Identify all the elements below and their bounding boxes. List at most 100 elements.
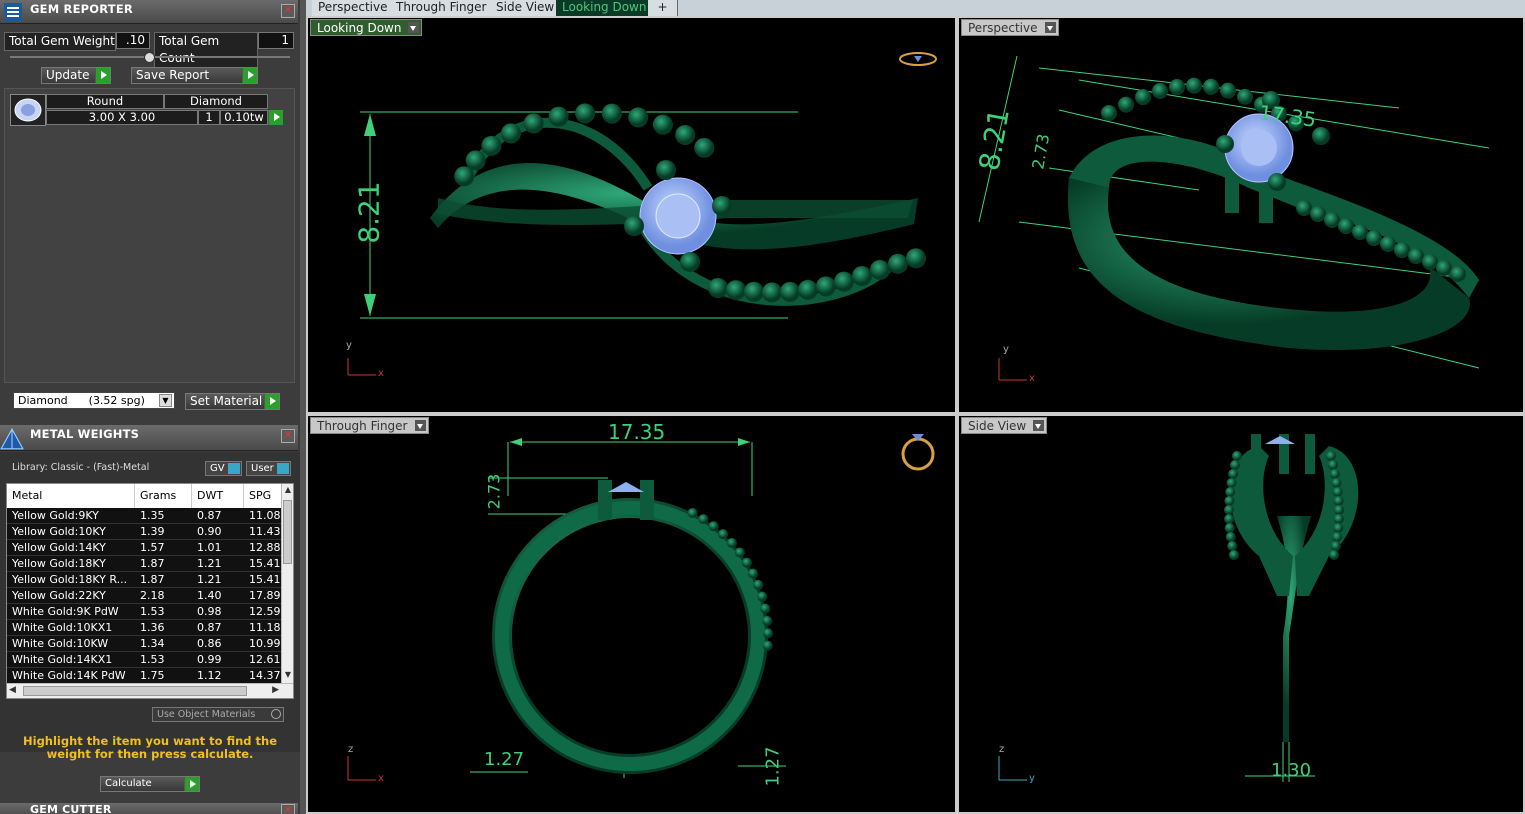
col-header-metal[interactable]: Metal — [7, 484, 135, 508]
scroll-thumb[interactable] — [283, 500, 292, 564]
update-button[interactable]: Update — [41, 67, 111, 84]
table-row[interactable]: Yellow Gold:22KY 2.18 1.40 17.89 — [7, 588, 283, 604]
gv-toggle[interactable]: GV — [205, 461, 242, 476]
viewport-side-view[interactable]: Side View 1.30 z y — [957, 414, 1525, 814]
bead — [1228, 469, 1239, 479]
bead — [1422, 254, 1438, 270]
tab-through-finger[interactable]: Through Finger — [390, 0, 494, 16]
table-row[interactable]: Yellow Gold:10KY 1.39 0.90 11.43 — [7, 524, 283, 540]
bead — [1332, 487, 1343, 497]
total-gem-count-value: 1 — [258, 32, 294, 49]
col-header-spg[interactable]: SPG — [244, 484, 283, 508]
horizontal-scrollbar[interactable]: ◀ ▶ — [7, 683, 293, 698]
gem-thumbnail[interactable] — [10, 94, 46, 126]
tab-perspective[interactable]: Perspective — [312, 0, 395, 16]
chevron-down-icon: ▼ — [159, 394, 172, 407]
bead — [1329, 550, 1340, 560]
bead — [523, 113, 544, 134]
table-cell: 1.87 — [140, 557, 165, 570]
total-gem-weight-label: Total Gem Weight — [4, 32, 116, 51]
save-report-button[interactable]: Save Report — [131, 67, 258, 84]
table-row[interactable]: White Gold:14KX1 1.53 0.99 12.61 — [7, 652, 283, 668]
metal-weights-titlebar[interactable]: METAL WEIGHTS ✕ — [0, 425, 298, 451]
gem-size: 3.00 X 3.00 — [46, 110, 198, 125]
viewport-looking-down[interactable]: Looking Down 8.21 y x — [306, 16, 957, 414]
close-icon[interactable]: ✕ — [281, 4, 295, 18]
bead — [687, 508, 698, 519]
bead — [548, 106, 569, 127]
bead — [798, 279, 818, 300]
gem-cutter-titlebar[interactable]: GEM CUTTER ✕ — [0, 803, 298, 814]
table-cell: 15.41 — [249, 573, 281, 586]
table-row[interactable]: White Gold:10KX1 1.36 0.87 11.18 — [7, 620, 283, 636]
bead — [1310, 206, 1326, 222]
bead — [1118, 96, 1134, 113]
axis-x-label: x — [1029, 373, 1035, 384]
bead — [762, 615, 773, 626]
add-tab-icon[interactable]: + — [648, 0, 678, 16]
scroll-left-icon[interactable]: ◀ — [9, 685, 16, 695]
table-cell: 1.36 — [140, 621, 165, 634]
table-cell: Yellow Gold:18KY — [12, 557, 106, 570]
close-icon[interactable]: ✕ — [281, 429, 295, 443]
bead — [734, 547, 745, 558]
viewport-through-finger[interactable]: Through Finger 17.35 2.73 1.27 1.27 z x — [306, 414, 957, 814]
bead — [1329, 469, 1340, 479]
play-icon — [184, 777, 199, 791]
bead — [1169, 79, 1185, 96]
close-icon[interactable]: ✕ — [281, 804, 295, 814]
bead — [1333, 523, 1344, 533]
table-cell: 1.40 — [197, 589, 222, 602]
bead — [834, 271, 854, 292]
col-header-grams[interactable]: Grams — [135, 484, 192, 508]
table-cell: 1.12 — [197, 669, 222, 682]
ring-thumbnail-icon — [901, 434, 935, 471]
table-row[interactable]: Yellow Gold:14KY 1.57 1.01 12.88 — [7, 540, 283, 556]
collapse-handle[interactable] — [144, 52, 155, 63]
bead — [748, 568, 759, 579]
viewport-perspective[interactable]: Perspective 8.21 2.73 17.35 y x — [957, 16, 1525, 414]
bead — [741, 557, 752, 568]
bead — [762, 282, 782, 303]
user-toggle[interactable]: User — [246, 461, 291, 476]
bead — [1135, 89, 1151, 106]
use-object-materials-field[interactable]: Use Object Materials — [152, 707, 284, 722]
scroll-up-icon[interactable]: ▲ — [283, 485, 293, 497]
bead — [1332, 532, 1343, 542]
table-cell: 1.39 — [140, 525, 165, 538]
axis-y-label: y — [1003, 344, 1009, 355]
toggle-icon — [277, 463, 289, 474]
gem-row-arrow-icon[interactable] — [268, 110, 283, 125]
bead — [628, 107, 649, 128]
table-row[interactable]: Yellow Gold:18KY 1.87 1.21 15.41 — [7, 556, 283, 572]
tab-side-view[interactable]: Side View — [490, 0, 562, 16]
table-row[interactable]: White Gold:10KW 1.34 0.86 10.99 — [7, 636, 283, 652]
bead — [1226, 478, 1237, 488]
table-row[interactable]: White Gold:9K PdW 1.53 0.98 12.59 — [7, 604, 283, 620]
material-select[interactable]: Diamond (3.52 spg) ▼ — [13, 392, 175, 409]
table-row[interactable]: White Gold:14K PdW 1.75 1.12 14.37 — [7, 668, 283, 684]
h-scroll-thumb[interactable] — [23, 686, 247, 696]
table-row[interactable]: Yellow Gold:9KY 1.35 0.87 11.08 — [7, 508, 283, 524]
set-material-button[interactable]: Set Material — [185, 393, 280, 410]
table-cell: 1.75 — [140, 669, 165, 682]
bead — [1227, 541, 1238, 551]
scroll-down-icon[interactable]: ▼ — [283, 670, 293, 682]
gem-reporter-title: GEM REPORTER — [30, 2, 133, 16]
table-row[interactable]: Yellow Gold:18KY R... 1.87 1.21 15.41 — [7, 572, 283, 588]
scroll-right-icon[interactable]: ▶ — [272, 685, 279, 695]
bead — [718, 529, 729, 540]
bead — [726, 537, 737, 548]
user-label: User — [251, 463, 274, 474]
save-report-label: Save Report — [136, 68, 210, 82]
table-cell: 0.98 — [197, 605, 222, 618]
col-header-dwt[interactable]: DWT — [192, 484, 244, 508]
table-cell: Yellow Gold:22KY — [12, 589, 106, 602]
bead — [1237, 88, 1253, 105]
library-label: Library: Classic - (Fast)-Metal — [12, 462, 150, 473]
calculate-button[interactable]: Calculate — [100, 776, 200, 792]
left-panel: GEM REPORTER ✕ Total Gem Weight .10 Tota… — [0, 0, 300, 814]
tab-looking-down[interactable]: Looking Down — [556, 0, 654, 16]
gem-reporter-titlebar[interactable]: GEM REPORTER ✕ — [0, 0, 298, 24]
vertical-scrollbar[interactable]: ▲ ▼ — [281, 484, 293, 684]
